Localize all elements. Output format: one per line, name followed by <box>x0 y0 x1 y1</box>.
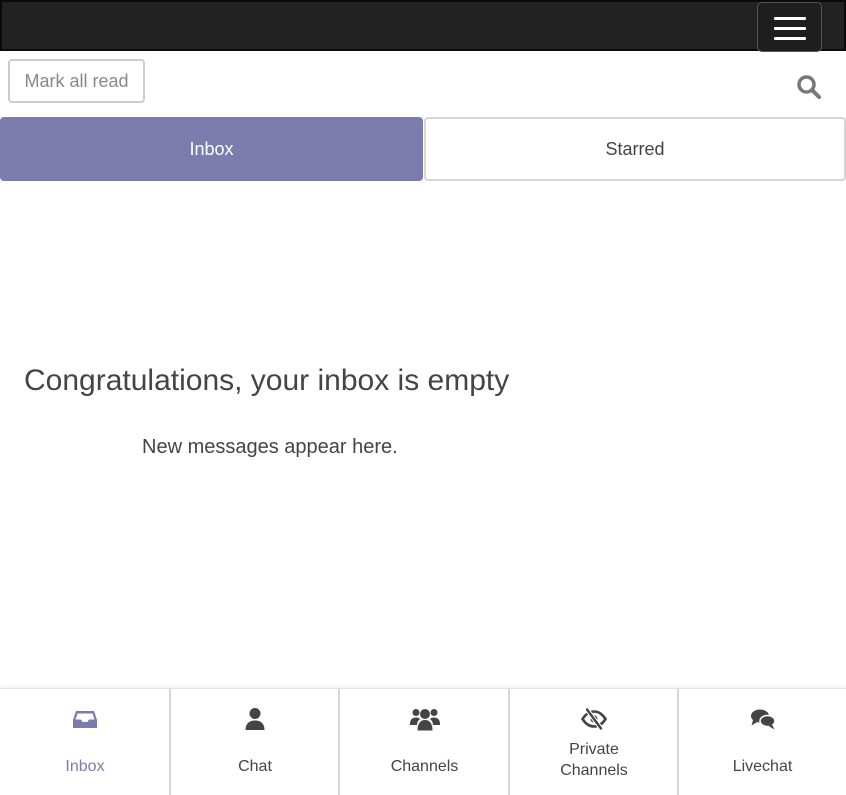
nav-label-inbox: Inbox <box>65 758 105 775</box>
nav-item-livechat[interactable]: Livechat <box>677 689 846 795</box>
bottom-navigation: Inbox Chat Channels Private Channels Liv… <box>0 688 846 795</box>
nav-label-line: Channels <box>560 762 628 779</box>
comments-icon <box>750 709 776 730</box>
top-navbar <box>0 0 846 52</box>
eye-slash-icon <box>581 708 607 730</box>
menu-line <box>774 17 806 20</box>
menu-line <box>774 27 806 30</box>
nav-item-private-channels[interactable]: Private Channels <box>508 689 678 795</box>
nav-label-line: Private <box>569 741 619 758</box>
nav-item-chat[interactable]: Chat <box>169 689 339 795</box>
empty-state-subtitle: New messages appear here. <box>142 436 398 458</box>
user-icon <box>245 708 265 730</box>
mark-all-read-button[interactable]: Mark all read <box>8 59 145 103</box>
nav-label-livechat: Livechat <box>732 758 793 775</box>
menu-line <box>774 37 806 40</box>
hamburger-menu-icon[interactable] <box>757 2 822 52</box>
nav-item-inbox[interactable]: Inbox <box>0 689 170 795</box>
nav-label-chat: Chat <box>238 758 272 775</box>
tab-inbox[interactable]: Inbox <box>0 117 423 181</box>
nav-label-private-channels: Private Channels <box>510 739 678 781</box>
users-icon <box>409 709 440 731</box>
tab-starred[interactable]: Starred <box>424 117 846 181</box>
nav-label-channels: Channels <box>390 758 459 775</box>
nav-item-channels[interactable]: Channels <box>338 689 509 795</box>
inbox-tray-icon <box>73 711 97 728</box>
empty-state-title: Congratulations, your inbox is empty <box>24 364 510 397</box>
search-icon[interactable] <box>796 74 822 100</box>
